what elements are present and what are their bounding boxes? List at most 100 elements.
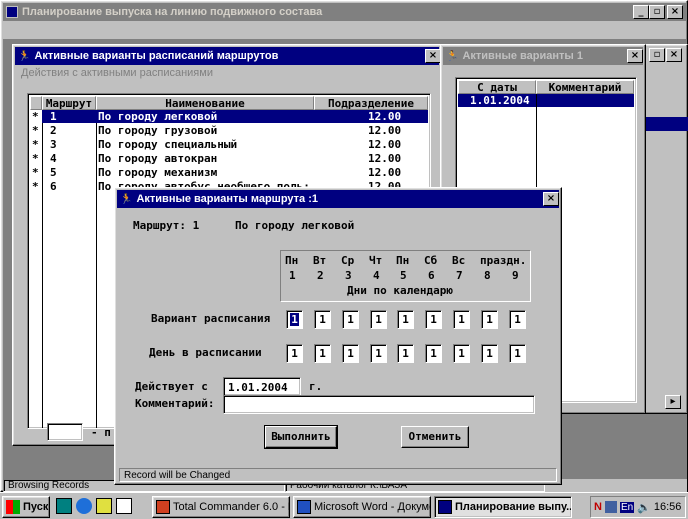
taskbar-item-word[interactable]: Microsoft Word - Докумен...	[293, 496, 431, 518]
comment-label: Комментарий:	[135, 397, 215, 410]
day-field-8[interactable]: 1	[481, 344, 498, 363]
variant-field-7[interactable]: 1	[453, 310, 470, 329]
variant-field-8[interactable]: 1	[481, 310, 498, 329]
desktop-icon[interactable]	[56, 498, 72, 514]
day-field-2[interactable]: 1	[314, 344, 331, 363]
row-name[interactable]: По городу специальный	[98, 138, 312, 151]
valid-label: Действует с	[135, 380, 208, 393]
variant-field-2[interactable]: 1	[314, 310, 331, 329]
taskbar-item-planning[interactable]: Планирование выпу...	[434, 496, 572, 518]
language-indicator[interactable]: En	[619, 501, 635, 513]
norton-icon[interactable]: N	[594, 501, 602, 513]
day-field-5[interactable]: 1	[397, 344, 414, 363]
row-num[interactable]: 4	[50, 152, 57, 165]
row-num[interactable]: 2	[50, 124, 57, 137]
routes-filter-input[interactable]	[47, 423, 83, 441]
restore-button[interactable]: ▫	[649, 5, 665, 19]
col-name-header[interactable]: Наименование	[96, 96, 314, 110]
routes-bottom-label: - п	[91, 426, 111, 439]
day-field-7[interactable]: 1	[453, 344, 470, 363]
day-holiday: праздн.	[480, 254, 527, 267]
variant-label: Вариант расписания	[151, 312, 271, 325]
col-date-header[interactable]: С даты	[458, 80, 536, 94]
start-button[interactable]: Пуск	[2, 496, 50, 518]
day-field-6[interactable]: 1	[425, 344, 442, 363]
run-icon: 🏃	[18, 50, 31, 62]
col-line-1	[42, 110, 43, 428]
row-mark: *	[32, 166, 39, 179]
row-dept[interactable]: 12.00	[368, 124, 401, 137]
execute-button[interactable]: Выполнить	[264, 425, 338, 449]
stub-scroll-right[interactable]: ▸	[665, 395, 681, 409]
network-icon[interactable]	[604, 501, 617, 513]
col-comment-header[interactable]: Комментарий	[536, 80, 634, 94]
variant-field-5[interactable]: 1	[397, 310, 414, 329]
channels-icon[interactable]	[116, 498, 132, 514]
volume-icon[interactable]: 🔈	[637, 501, 651, 514]
day-thu: Чт	[369, 254, 383, 267]
variant-field-1[interactable]: 1	[286, 310, 303, 329]
row-mark: *	[32, 110, 39, 123]
col-marker-header	[30, 96, 42, 110]
planning-icon	[438, 500, 452, 514]
row-dept: 12.00	[368, 110, 402, 123]
routes-title: Активные варианты расписаний маршрутов	[34, 50, 279, 62]
stub-close-button[interactable]: ×	[666, 48, 682, 62]
row-name[interactable]: По городу автокран	[98, 152, 312, 165]
menu-pl-actions[interactable]: Действия с ПЛ	[343, 23, 418, 35]
app-icon	[6, 6, 18, 18]
day-field-4[interactable]: 1	[370, 344, 387, 363]
variant-field-4[interactable]: 1	[370, 310, 387, 329]
valid-date-input[interactable]: 1.01.2004	[223, 377, 301, 396]
taskbar-label: Microsoft Word - Докумен...	[314, 501, 430, 513]
day-field-1[interactable]: 1	[286, 344, 303, 363]
day-wed: Ср	[341, 254, 355, 267]
col-dept-header[interactable]: Подразделение	[314, 96, 428, 110]
row-name[interactable]: По городу грузовой	[98, 124, 312, 137]
row-dept[interactable]: 12.00	[368, 138, 401, 151]
outlook-icon[interactable]	[96, 498, 112, 514]
taskbar: Пуск Total Commander 6.0 - Priit... Micr…	[0, 492, 688, 519]
row-num[interactable]: 6	[50, 180, 57, 193]
minimize-button[interactable]: _	[633, 5, 649, 19]
day-num-5: 5	[400, 269, 407, 282]
menu-actions[interactable]: Действия	[94, 23, 142, 35]
day-fri: Пн	[396, 254, 410, 267]
menu-windows[interactable]: Окна	[264, 23, 290, 35]
row-dept[interactable]: 12.00	[368, 166, 401, 179]
dialog-close-button[interactable]: ×	[543, 192, 559, 206]
day-sun: Вс	[452, 254, 466, 267]
quick-launch	[56, 498, 132, 514]
row-num[interactable]: 5	[50, 166, 57, 179]
word-icon	[297, 500, 311, 514]
stub-restore-button[interactable]: ▫	[649, 48, 665, 62]
day-field-9[interactable]: 1	[509, 344, 526, 363]
close-button[interactable]: ×	[667, 5, 683, 19]
variants-close-button[interactable]: ×	[627, 49, 643, 63]
ie-icon[interactable]	[76, 498, 92, 514]
row-dept[interactable]: 12.00	[368, 152, 401, 165]
variant-field-6[interactable]: 1	[425, 310, 442, 329]
menu-plans[interactable]: Планы на день	[7, 23, 84, 35]
cancel-button[interactable]: Отменить	[401, 426, 469, 448]
comment-input[interactable]	[223, 395, 535, 414]
clock[interactable]: 16:56	[654, 501, 682, 513]
row-name[interactable]: По городу механизм	[98, 166, 312, 179]
row-num[interactable]: 3	[50, 138, 57, 151]
routes-menu-item[interactable]: Действия с активными расписаниями	[21, 67, 213, 79]
day-field-3[interactable]: 1	[342, 344, 359, 363]
variants-title-bar: 🏃 Активные варианты 1	[443, 47, 643, 65]
menu-exit[interactable]: Выход	[300, 23, 333, 35]
taskbar-item-total-commander[interactable]: Total Commander 6.0 - Priit...	[152, 496, 290, 518]
total-commander-icon	[156, 500, 170, 514]
col-route-header[interactable]: Маршрут	[42, 96, 96, 110]
variant-field-9[interactable]: 1	[509, 310, 526, 329]
menu-reports[interactable]: Отчеты	[216, 23, 254, 35]
menu-settings[interactable]: Настройка	[152, 23, 206, 35]
day-tue: Вт	[313, 254, 327, 267]
routes-menu[interactable]: Действия с активными расписаниями	[21, 67, 223, 79]
day-num-3: 3	[345, 269, 352, 282]
route-name: По городу легковой	[235, 219, 355, 232]
routes-close-button[interactable]: ×	[425, 49, 441, 63]
variant-field-3[interactable]: 1	[342, 310, 359, 329]
